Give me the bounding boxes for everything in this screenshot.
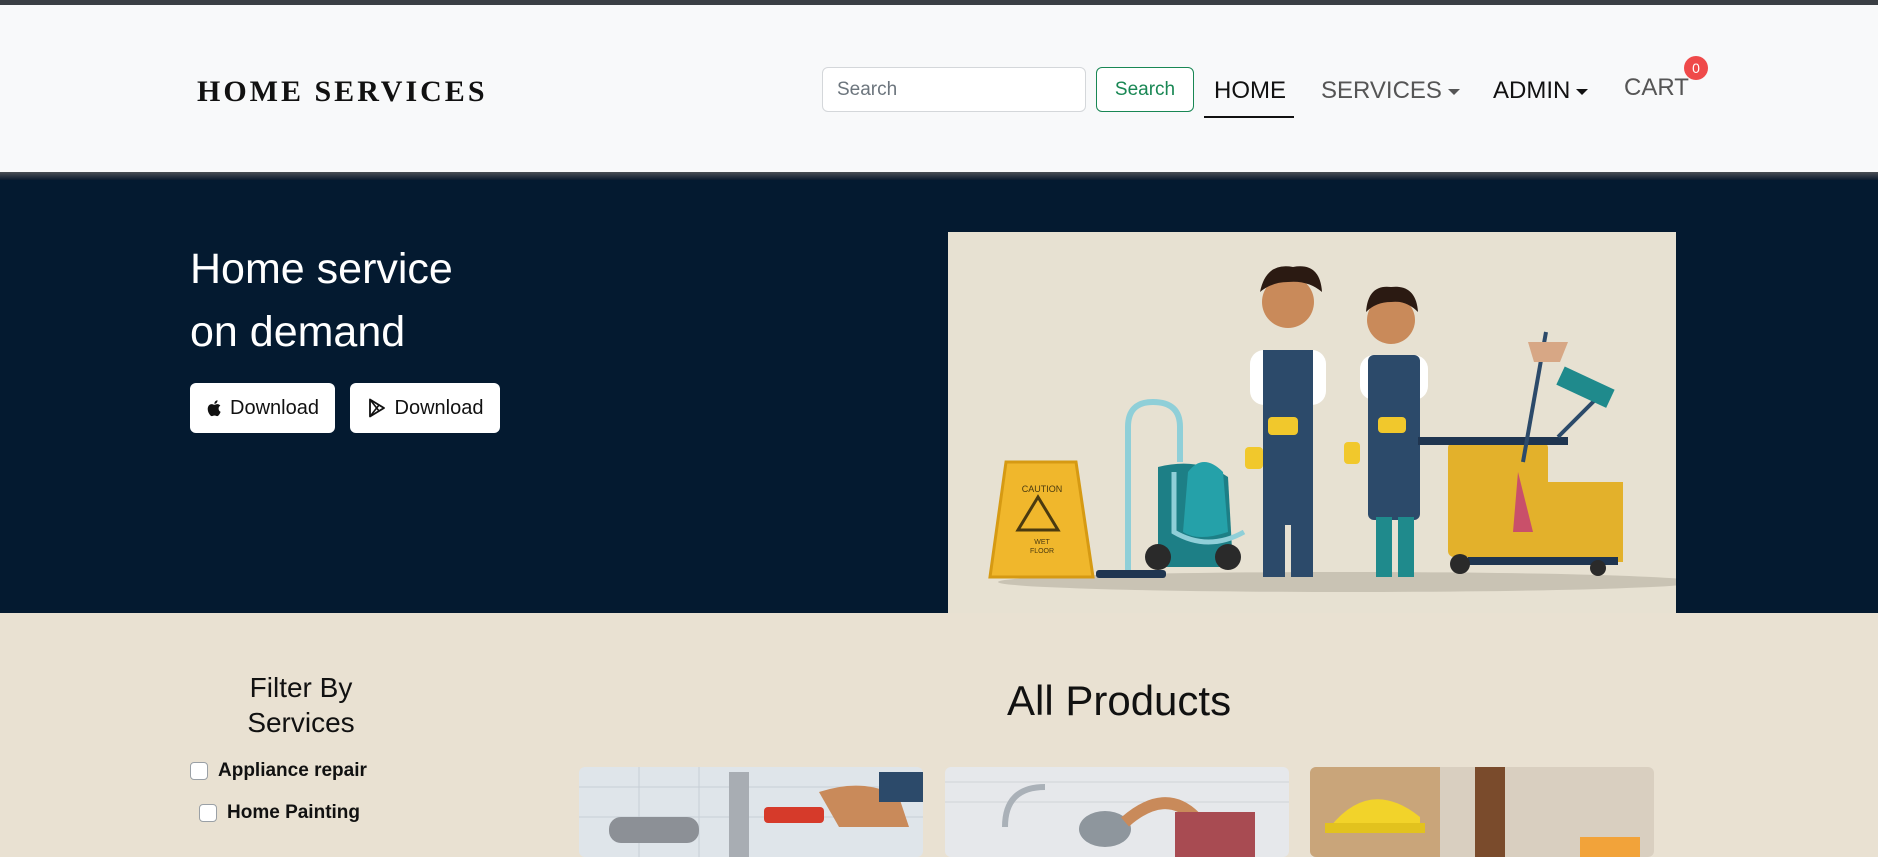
filter-title-line1: Filter By: [249, 672, 353, 703]
nav-services-label: SERVICES: [1321, 77, 1442, 104]
checkbox[interactable]: [190, 762, 208, 780]
search-button[interactable]: Search: [1096, 67, 1194, 112]
products-title: All Products: [1007, 677, 1232, 724]
nav-services-dropdown[interactable]: SERVICES: [1321, 77, 1460, 105]
caution-sign-icon: CAUTION WET FLOOR: [988, 460, 1095, 579]
nav-home[interactable]: HOME: [1214, 77, 1286, 105]
hero-illustration: CAUTION WET FLOOR: [948, 232, 1676, 613]
nav-admin-label: ADMIN: [1493, 77, 1571, 104]
filter-option-label: Home Painting: [227, 802, 361, 823]
filter-option-label: Appliance repair: [218, 760, 367, 781]
nav-admin-dropdown[interactable]: ADMIN: [1493, 77, 1589, 105]
hero-title: Home service on demand: [190, 238, 590, 364]
hero-title-line1: Home service: [190, 245, 453, 293]
caution-sign-text: CAUTION: [1022, 484, 1063, 494]
filter-option-appliance-repair[interactable]: Appliance repair: [190, 760, 367, 782]
download-app-store-button[interactable]: Download: [190, 383, 335, 433]
download-play-store-label: Download: [394, 396, 484, 419]
product-card-repair[interactable]: [1310, 767, 1654, 857]
chevron-down-icon: [1447, 88, 1460, 95]
cart-count-badge: 0: [1684, 56, 1708, 80]
filter-option-home-painting[interactable]: Home Painting: [199, 802, 360, 824]
navbar: HOME SERVICES Search HOME SERVICES ADMIN…: [0, 5, 1878, 172]
apple-icon: [207, 400, 221, 417]
filter-title-line2: Services: [247, 707, 355, 738]
product-image-repair: [1310, 767, 1654, 857]
checkbox[interactable]: [199, 804, 217, 822]
search-input[interactable]: [822, 67, 1086, 112]
product-image-plumbing: [579, 767, 923, 857]
navbar-shadow: [0, 172, 1878, 180]
product-card-shower[interactable]: [945, 767, 1289, 857]
google-play-icon: [368, 398, 385, 418]
chevron-down-icon: [1576, 88, 1589, 95]
product-card-plumbing[interactable]: [579, 767, 923, 857]
filter-title: Filter By Services: [210, 670, 392, 740]
download-play-store-button[interactable]: Download: [350, 383, 500, 433]
nav-cart[interactable]: CART: [1624, 74, 1689, 102]
floor-sign-text: FLOOR: [1030, 548, 1054, 555]
download-app-store-label: Download: [230, 396, 319, 419]
nav-home-active-indicator: [1204, 116, 1294, 118]
brand-logo[interactable]: HOME SERVICES: [197, 75, 488, 109]
wet-sign-text: WET: [1034, 539, 1050, 546]
product-image-shower: [945, 767, 1289, 857]
hero-title-line2: on demand: [190, 308, 406, 356]
